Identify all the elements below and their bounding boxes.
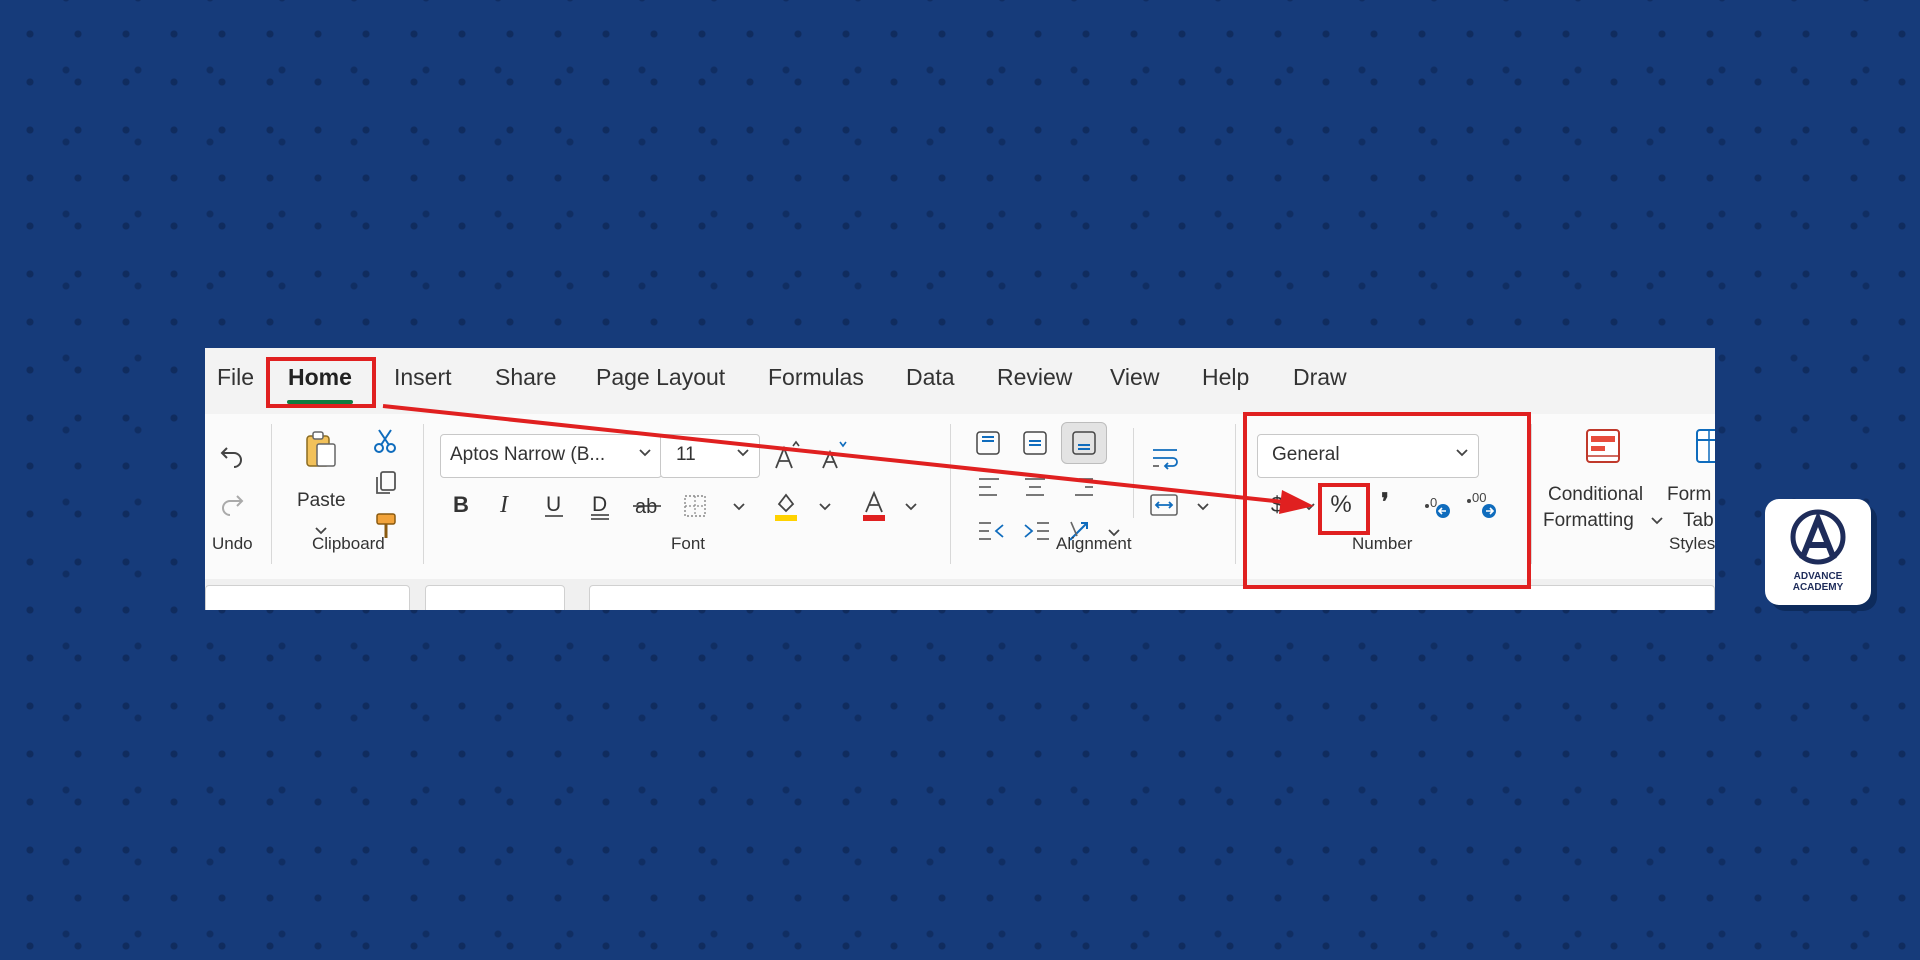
logo-text-line2: ACADEMY	[1792, 582, 1844, 593]
annotation-arrow-icon	[382, 404, 1314, 514]
logo-text-line1: ADVANCE	[1793, 571, 1843, 582]
advance-academy-logo-icon	[1790, 509, 1846, 565]
advance-academy-logo: ADVANCE ACADEMY	[1765, 499, 1871, 605]
